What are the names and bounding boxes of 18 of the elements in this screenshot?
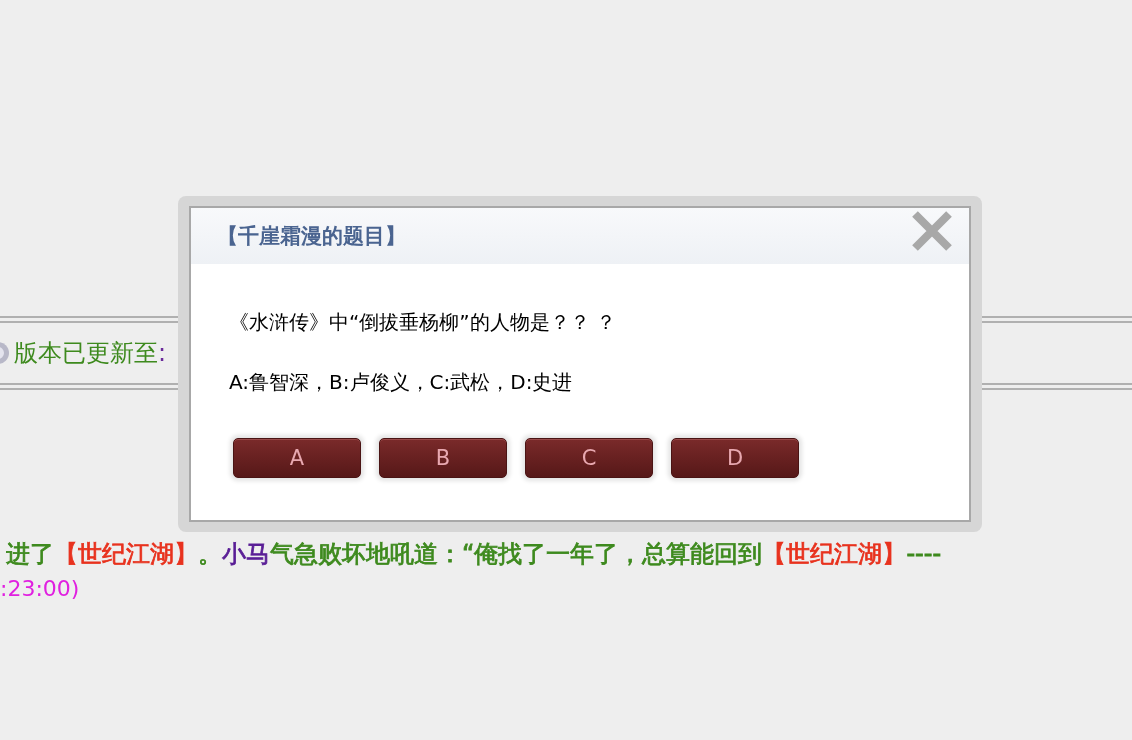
message-text: 气急败坏地吼道：“俺找了一年了，总算能回到 bbox=[270, 540, 763, 568]
message-text: 进了 bbox=[6, 540, 54, 568]
message-text: 。 bbox=[198, 540, 222, 568]
answer-button[interactable]: C bbox=[525, 438, 653, 478]
question-text: 《水浒传》中“倒拔垂杨柳”的人物是？？ ？ bbox=[229, 309, 618, 336]
notice-text: 版本已更新至 bbox=[14, 338, 158, 369]
close-icon[interactable] bbox=[911, 210, 953, 252]
notice-text: : bbox=[158, 339, 167, 367]
message-text: 【世纪江湖】 bbox=[762, 540, 907, 568]
answer-button[interactable]: B bbox=[379, 438, 507, 478]
answer-button[interactable]: D bbox=[671, 438, 799, 478]
message-text: 【世纪江湖】 bbox=[54, 540, 198, 568]
options-text: A:鲁智深，B:卢俊义，C:武松，D:史进 bbox=[229, 369, 574, 396]
timestamp: :23:00) bbox=[0, 575, 81, 603]
message-text: 小马 bbox=[222, 540, 270, 568]
answer-button[interactable]: A bbox=[233, 438, 361, 478]
dialog-title: 【千崖霜漫的题目】 bbox=[217, 223, 406, 250]
message-text: ---- bbox=[906, 540, 942, 568]
